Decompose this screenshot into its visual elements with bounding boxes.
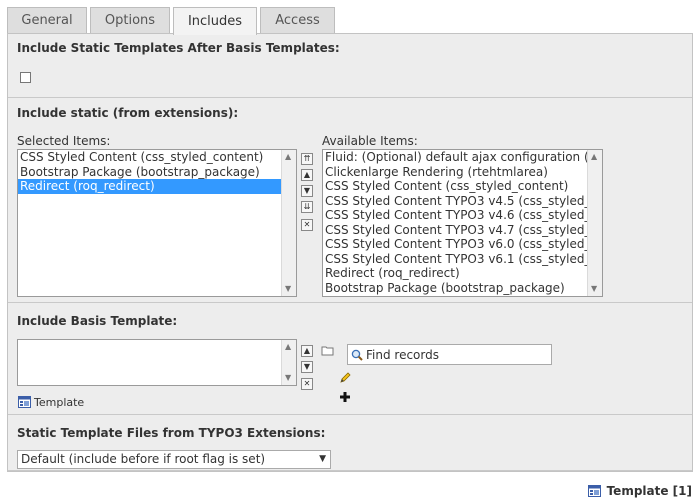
basis-template-list[interactable]: ▲ ▼ bbox=[17, 339, 297, 386]
template-icon bbox=[18, 396, 31, 408]
scrollbar[interactable]: ▲ ▼ bbox=[587, 150, 602, 296]
scrollbar[interactable]: ▲ ▼ bbox=[281, 340, 296, 385]
tab-options[interactable]: Options bbox=[90, 7, 170, 33]
list-item[interactable]: Fluid: (Optional) default ajax configura… bbox=[323, 150, 602, 165]
static-after-checkbox[interactable] bbox=[20, 72, 31, 83]
plus-icon[interactable] bbox=[339, 391, 351, 403]
section-title: Include static (from extensions): bbox=[17, 106, 239, 120]
section-include-static: Include static (from extensions): Select… bbox=[8, 98, 692, 303]
list-item[interactable]: CSS Styled Content TYPO3 v4.7 (css_style… bbox=[323, 223, 602, 238]
section-title: Include Basis Template: bbox=[17, 314, 178, 328]
selected-items-list[interactable]: CSS Styled Content (css_styled_content) … bbox=[17, 149, 297, 297]
scroll-down-icon[interactable]: ▼ bbox=[285, 374, 291, 382]
list-item[interactable]: Bootstrap Package (bootstrap_package) bbox=[323, 281, 602, 296]
find-records-text: Find records bbox=[366, 347, 439, 362]
list-item[interactable]: CSS Styled Content (css_styled_content) bbox=[323, 179, 602, 194]
move-down-button[interactable]: ▼ bbox=[301, 361, 313, 373]
list-item[interactable]: CSS Styled Content TYPO3 v6.0 (css_style… bbox=[323, 237, 602, 252]
scroll-up-icon[interactable]: ▲ bbox=[285, 343, 291, 351]
list-item[interactable]: Bootstrap Package (bootstrap_package) bbox=[18, 165, 296, 180]
list-item[interactable]: Clickenlarge Rendering (rtehtmlarea) bbox=[323, 165, 602, 180]
list-item[interactable]: Redirect (roq_redirect) bbox=[18, 179, 296, 194]
remove-item-button[interactable]: ✕ bbox=[301, 219, 313, 231]
scroll-up-icon[interactable]: ▲ bbox=[285, 153, 291, 161]
list-item[interactable]: CSS Styled Content TYPO3 v4.5 (css_style… bbox=[323, 194, 602, 209]
list-item[interactable]: Redirect (roq_redirect) bbox=[323, 266, 602, 281]
move-down-button[interactable]: ▼ bbox=[301, 185, 313, 197]
section-title: Static Template Files from TYPO3 Extensi… bbox=[17, 426, 326, 440]
list-item[interactable]: CSS Styled Content TYPO3 v4.6 (css_style… bbox=[323, 208, 602, 223]
tab-general[interactable]: General bbox=[7, 7, 87, 33]
move-bottom-button[interactable]: ⇊ bbox=[301, 201, 313, 213]
static-files-select[interactable]: Default (include before if root flag is … bbox=[17, 450, 331, 469]
list-item[interactable]: CSS Styled Content (css_styled_content) bbox=[18, 150, 296, 165]
tab-access[interactable]: Access bbox=[260, 7, 335, 33]
remove-item-button[interactable]: ✕ bbox=[301, 378, 313, 390]
includes-panel: Include Static Templates After Basis Tem… bbox=[7, 33, 693, 472]
template-record-icon bbox=[587, 485, 601, 497]
scroll-up-icon[interactable]: ▲ bbox=[591, 153, 597, 161]
move-top-button[interactable]: ⇈ bbox=[301, 153, 313, 165]
pencil-icon[interactable] bbox=[339, 371, 352, 384]
available-items-label: Available Items: bbox=[322, 134, 418, 148]
selected-items-label: Selected Items: bbox=[17, 134, 111, 148]
find-records-input[interactable]: Find records bbox=[347, 344, 552, 365]
template-link[interactable]: Template bbox=[34, 396, 84, 409]
selected-option: Default (include before if root flag is … bbox=[21, 452, 266, 466]
list-item[interactable]: CSS Styled Content TYPO3 v6.1 (css_style… bbox=[323, 252, 602, 267]
search-icon bbox=[351, 349, 363, 361]
tab-includes[interactable]: Includes bbox=[173, 7, 257, 35]
chevron-down-icon: ▼ bbox=[319, 454, 326, 464]
folder-icon[interactable] bbox=[321, 345, 334, 356]
scroll-down-icon[interactable]: ▼ bbox=[591, 285, 597, 293]
scrollbar[interactable]: ▲ ▼ bbox=[281, 150, 296, 296]
available-items-list[interactable]: Fluid: (Optional) default ajax configura… bbox=[322, 149, 603, 297]
move-up-button[interactable]: ▲ bbox=[301, 169, 313, 181]
section-title: Include Static Templates After Basis Tem… bbox=[17, 41, 340, 55]
footer-label: Template [1] bbox=[606, 484, 692, 498]
move-up-button[interactable]: ▲ bbox=[301, 345, 313, 357]
footer-record-info: Template [1] bbox=[587, 484, 692, 498]
scroll-down-icon[interactable]: ▼ bbox=[285, 285, 291, 293]
section-static-after: Include Static Templates After Basis Tem… bbox=[8, 34, 692, 98]
